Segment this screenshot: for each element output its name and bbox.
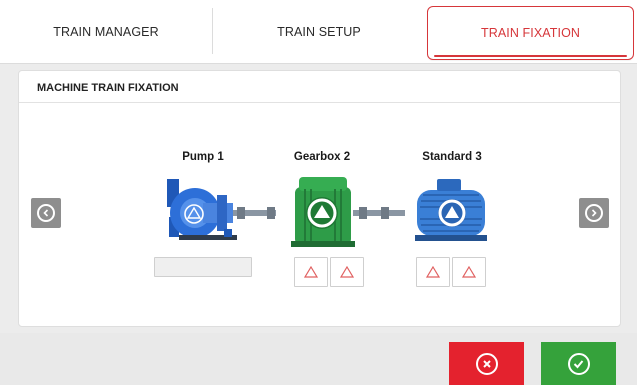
- warning-triangle-icon: [426, 266, 440, 278]
- motor-feet-button-left[interactable]: [416, 257, 450, 287]
- gearbox-feet-button-right[interactable]: [330, 257, 364, 287]
- check-circle-icon: [567, 352, 590, 375]
- gearbox-feet-button-left[interactable]: [294, 257, 328, 287]
- confirm-button[interactable]: [541, 342, 616, 385]
- pump-property-field[interactable]: [154, 257, 252, 277]
- warning-triangle-icon: [304, 266, 318, 278]
- tab-bar: TRAIN MANAGER TRAIN SETUP TRAIN FIXATION: [0, 0, 637, 64]
- cancel-button[interactable]: [449, 342, 524, 385]
- tab-train-manager[interactable]: TRAIN MANAGER: [0, 6, 212, 58]
- motor-machine[interactable]: [415, 179, 487, 241]
- motor-feet-button-right[interactable]: [452, 257, 486, 287]
- tab-train-fixation[interactable]: TRAIN FIXATION: [427, 6, 634, 60]
- warning-triangle-icon: [462, 266, 476, 278]
- cancel-circle-icon: [475, 352, 498, 375]
- tab-train-setup[interactable]: TRAIN SETUP: [213, 6, 425, 58]
- warning-triangle-icon: [340, 266, 354, 278]
- gearbox-machine[interactable]: [291, 177, 355, 247]
- machine-train-fixation-panel: MACHINE TRAIN FIXATION Pump 1 Gearbox 2 …: [18, 70, 621, 327]
- pump-machine[interactable]: [167, 179, 237, 240]
- machine-train-diagram: [167, 177, 487, 247]
